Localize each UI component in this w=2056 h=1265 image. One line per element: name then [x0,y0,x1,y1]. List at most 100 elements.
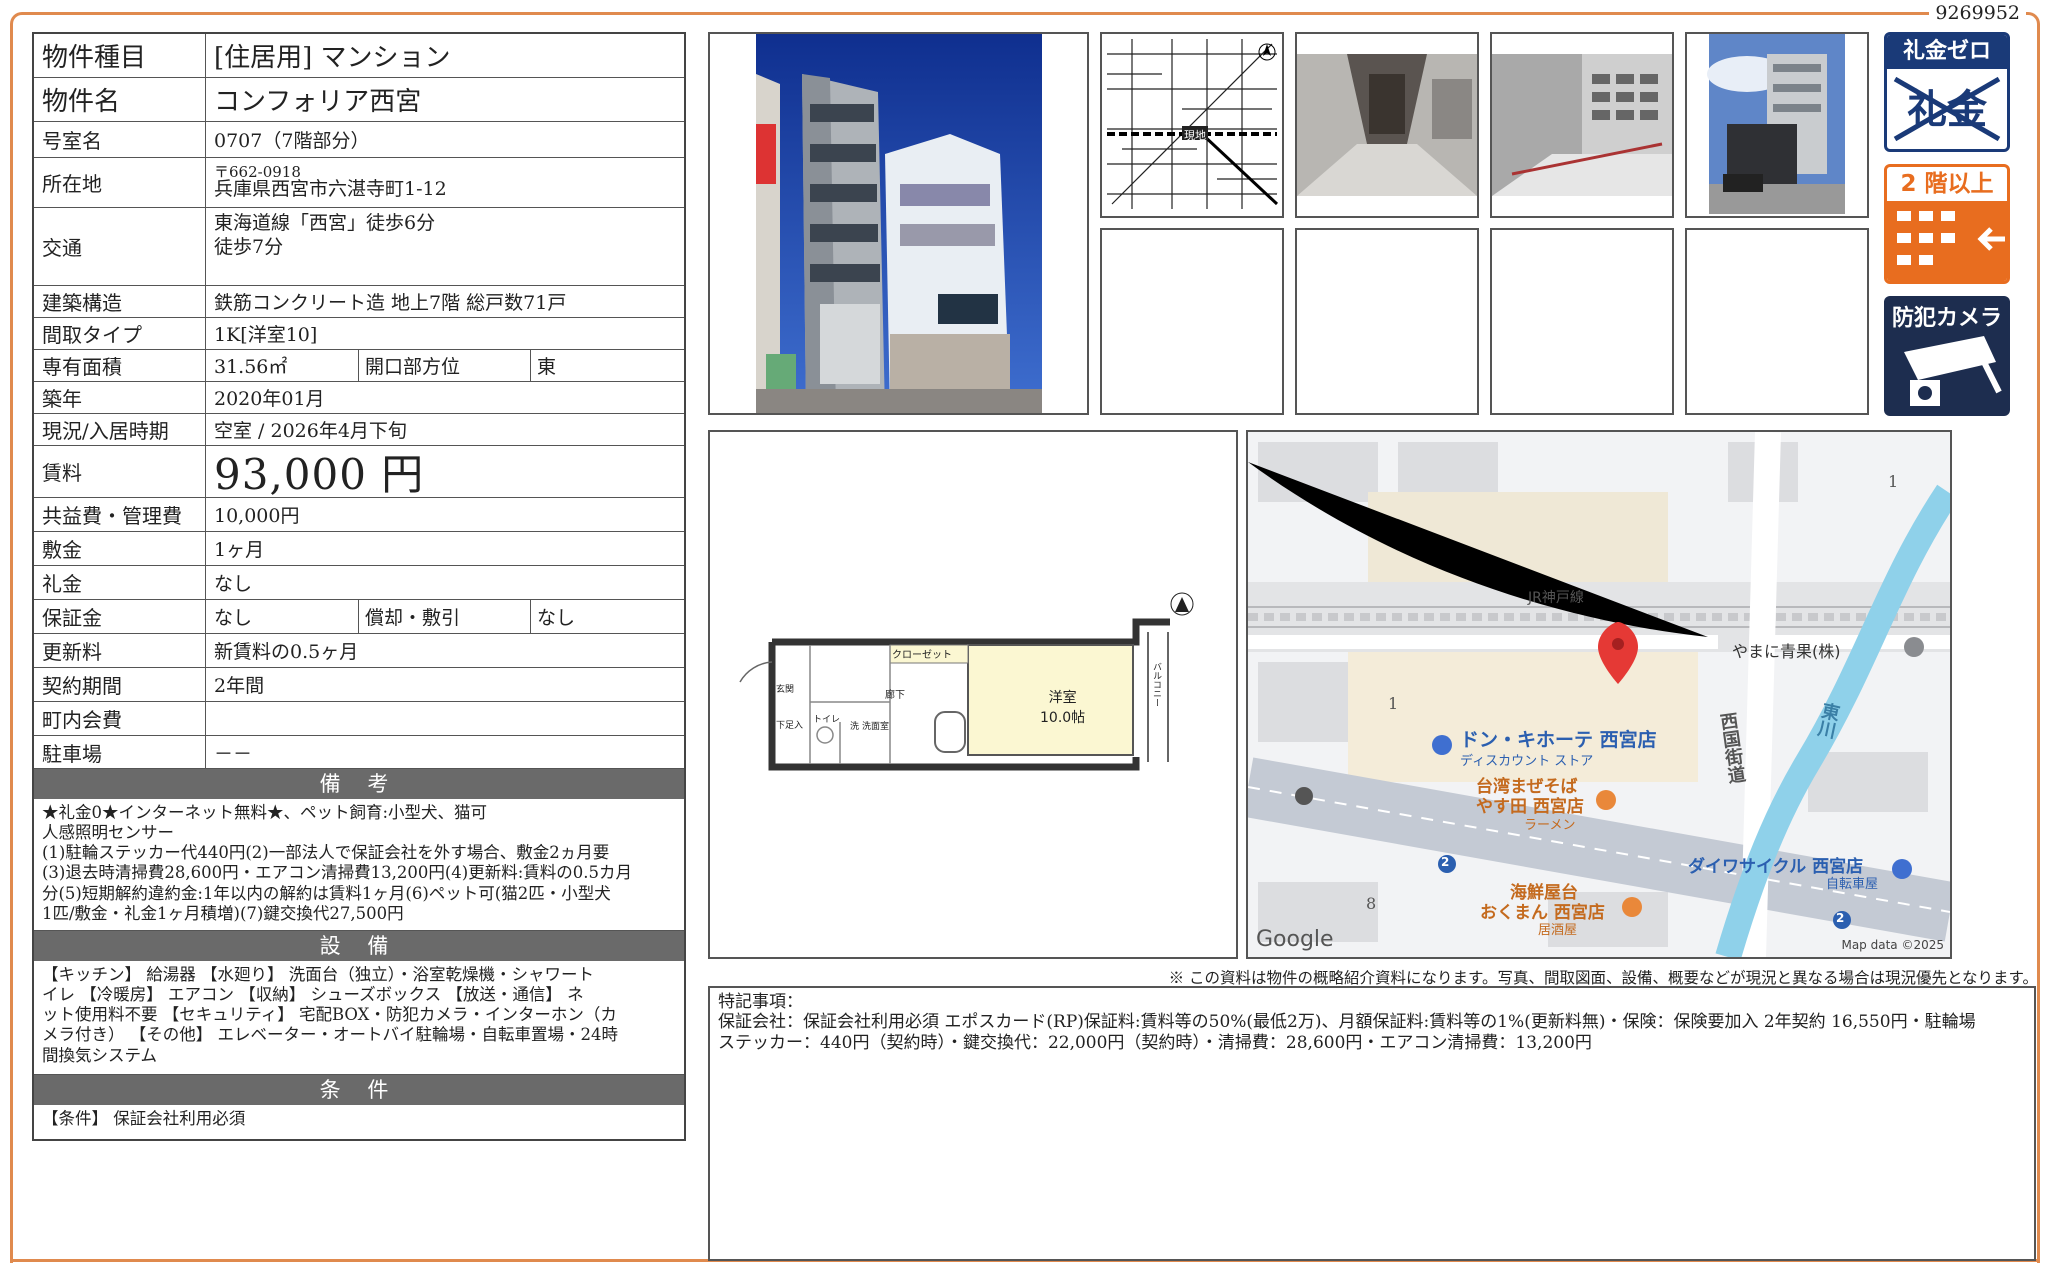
conditions-heading: 条 件 [34,1075,684,1105]
area-map-frame: JR神戸線 やまに青果(株) ドン・キホーテ 西宮店 ディスカウント ストア 台… [1246,430,1952,959]
row-deposit: 敷金 1ヶ月 [34,532,684,566]
remarks-line: 人感照明センサー [42,823,174,843]
label-built: 築年 [34,382,206,413]
transport-line-1: 東海道線「西宮」徒歩6分 [214,212,436,234]
remarks-line: (1)駐輪ステッカー代440円(2)一部法人で保証会社を外す場合、敷金2ヵ月要 [42,843,610,863]
map-block-number: 8 [1366,894,1377,913]
value-renewal: 新賃料の0.5ヶ月 [214,641,359,663]
value-contract: 2年間 [214,675,265,697]
row-type: 物件種目 [住居用] マンション [34,34,684,78]
map-rail-label: JR神戸線 [1528,590,1584,606]
value-direction: 東 [530,350,684,381]
row-room: 号室名 0707（7階部分） [34,122,684,158]
label-transport: 交通 [34,208,206,285]
photo-placeholder [1295,228,1479,415]
map-copyright: Map data ©2025 [1841,938,1944,952]
room-label: 洋室 10.0帖 [1040,687,1085,727]
label-amortization: 償却・敷引 [358,600,530,633]
map-route-number: 2 [1441,855,1450,869]
balcony-label: バルコニー [1151,662,1161,707]
row-structure: 建築構造 鉄筋コンクリート造 地上7階 総戸数71戸 [34,286,684,318]
label-address: 所在地 [34,158,206,207]
reikin-zero-text: 礼金ゼロ [1887,35,2007,69]
map-cycle-sub: 自転車屋 [1826,877,1879,892]
value-structure: 鉄筋コンクリート造 地上7階 総戸数71戸 [214,292,567,314]
reikin-zero-badge: 礼金ゼロ 礼金 [1884,32,2010,152]
remarks-line: 分(5)短期解約違約金:1年以内の解約は賃料1ヶ月(6)ペット可(猫2匹・小型犬 [42,883,611,903]
map-izakaya-sub: 居酒屋 [1538,923,1578,938]
conditions-body: 【条件】 保証会社利用必須 [42,1109,246,1128]
photo-exterior-frame [1685,32,1869,218]
photo-entrance-frame [1295,32,1479,218]
map-block-number: 1 [1388,694,1399,713]
row-guarantee: 保証金 なし 償却・敷引 なし [34,600,684,634]
value-town-fee [206,702,684,735]
cross-out-icon [1893,76,2001,142]
wash-label: 洗 [850,722,860,732]
location-marker-label: 現地 [1184,129,1206,142]
security-camera-text: 防犯カメラ [1891,306,2002,331]
label-rent: 賃料 [34,446,206,497]
equipment-line: ット使用料不要 【セキュリティ】 宅配BOX・防犯カメラ・インターホン（カ [42,1005,617,1025]
washroom-label: 洗面室 [862,722,890,732]
label-type: 物件種目 [34,34,206,77]
value-built: 2020年01月 [214,388,325,410]
remarks-line: ★礼金0★インターネット無料★、ペット飼育:小型犬、猫可 [42,803,488,822]
label-layout: 間取タイプ [34,318,206,349]
map-shop-label: やまに青果(株) [1732,642,1841,661]
entrance-label: 玄関 [776,685,795,695]
value-type: [住居用] マンション [214,43,451,73]
label-guarantee: 保証金 [34,600,206,633]
equipment-line: イレ 【冷暖房】 エアコン 【収納】 シューズボックス 【放送・通信】 ネ [42,985,584,1005]
label-deposit: 敷金 [34,532,206,565]
room-name: 洋室 [1048,690,1077,706]
mailbox-photo [1492,34,1672,216]
label-fee: 共益費・管理費 [34,498,206,531]
special-notes-line: 保証会社：保証会社利用必須 エポスカード(RP)保証料:賃料等の50%(最低2万… [718,1012,1976,1033]
row-key-money: 礼金 なし [34,566,684,600]
value-deposit: 1ヶ月 [214,539,265,561]
building-photo [710,34,1087,413]
equipment-body: 【キッチン】 給湯器 【水廻り】 洗面台（独立）・浴室乾燥機・シャワート イレ … [34,961,684,1075]
value-amortization: なし [530,600,684,633]
row-address: 所在地 〒662-0918 兵庫県西宮市六湛寺町1-12 [34,158,684,208]
special-notes-box: 特記事項： 保証会社：保証会社利用必須 エポスカード(RP)保証料:賃料等の50… [708,986,2036,1261]
property-info-table: 物件種目 [住居用] マンション 物件名 コンフォリア西宮 号室名 0707（7… [32,32,686,1141]
camera-icon [1904,336,2002,406]
label-structure: 建築構造 [34,286,206,317]
address-text: 兵庫県西宮市六湛寺町1-12 [214,178,447,201]
label-name: 物件名 [34,78,206,121]
row-rent: 賃料 93,000 円 [34,446,684,499]
photo-mailbox-frame [1490,32,1674,218]
label-parking: 駐車場 [34,736,206,768]
equipment-line: メラ付き） 【その他】 エレベーター・オートバイ駐輪場・自転車置場・24時 [42,1025,618,1045]
label-status: 現況/入居時期 [34,414,206,445]
remarks-line: (3)退去時清掃費28,600円・エアコン清掃費13,200円(4)更新料:賃料… [42,863,633,883]
value-key-money: なし [214,573,253,595]
value-room: 0707（7階部分） [214,130,370,152]
row-layout: 間取タイプ 1K[洋室10] [34,318,684,350]
label-room: 号室名 [34,122,206,157]
building-icon [1887,201,2007,281]
map-route-number: 2 [1836,911,1845,925]
value-name: コンフォリア西宮 [214,87,422,117]
equipment-line: 間換気システム [42,1045,158,1065]
entrance-photo [1297,34,1477,216]
label-direction: 開口部方位 [358,350,530,381]
map-block-number: 1 [1888,472,1899,491]
value-guarantee: なし [214,607,253,629]
row-area: 専有面積 31.56㎡ 開口部方位 東 [34,350,684,382]
location-map-thumbnail: 現地 [1100,32,1284,218]
label-town-fee: 町内会費 [34,702,206,735]
room-size: 10.0帖 [1040,710,1086,726]
document-id: 9269952 [1929,2,2026,24]
row-contract: 契約期間 2年間 [34,668,684,702]
value-layout: 1K[洋室10] [214,324,318,346]
row-transport: 交通 東海道線「西宮」徒歩6分 徒歩7分 [34,208,684,286]
equipment-line: 【キッチン】 給湯器 【水廻り】 洗面台（独立）・浴室乾燥機・シャワート [42,965,594,984]
photo-placeholder [1685,228,1869,415]
value-transport: 東海道線「西宮」徒歩6分 徒歩7分 [206,208,684,285]
row-built: 築年 2020年01月 [34,382,684,414]
value-area: 31.56㎡ [214,356,288,378]
label-renewal: 更新料 [34,634,206,667]
